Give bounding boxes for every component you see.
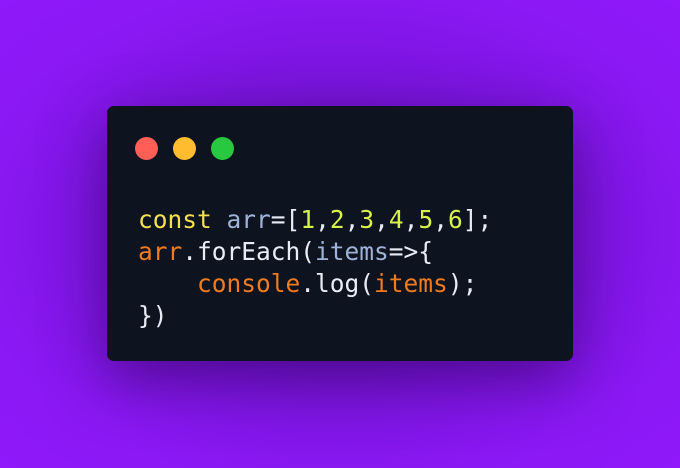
code-token-number: 2 xyxy=(329,205,345,234)
code-token-punctuation: }) xyxy=(138,301,168,330)
code-token-punctuation: , xyxy=(344,205,360,234)
code-token-punctuation xyxy=(212,205,227,234)
code-token-punctuation: , xyxy=(433,205,448,234)
code-token-identifier: arr xyxy=(138,237,183,266)
code-token-number: 5 xyxy=(418,205,434,234)
code-token-punctuation: ); xyxy=(447,269,478,298)
code-token-punctuation: , xyxy=(403,205,419,234)
code-token-number: 3 xyxy=(359,205,375,234)
code-token-variable: items xyxy=(315,237,389,266)
code-token-punctuation: .log( xyxy=(300,269,375,298)
code-token-number: 1 xyxy=(300,205,316,234)
code-token-punctuation: =>{ xyxy=(388,237,434,266)
code-token-punctuation: , xyxy=(315,205,330,234)
code-block: const arr=[1,2,3,4,5,6]; arr.forEach(item… xyxy=(138,204,492,332)
code-token-variable: arr xyxy=(226,205,271,234)
code-window: const arr=[1,2,3,4,5,6]; arr.forEach(item… xyxy=(107,106,573,361)
code-token-identifier: console xyxy=(197,269,301,298)
code-token-number: 4 xyxy=(388,205,404,234)
code-token-punctuation xyxy=(138,269,197,298)
code-line: const arr=[1,2,3,4,5,6]; xyxy=(138,204,492,236)
code-token-punctuation: ]; xyxy=(462,205,493,234)
code-line: }) xyxy=(138,300,492,332)
code-line: arr.forEach(items=>{ xyxy=(138,236,492,268)
code-token-punctuation: , xyxy=(374,205,389,234)
close-dot-icon[interactable] xyxy=(135,137,158,160)
window-controls xyxy=(135,137,234,160)
code-token-identifier: items xyxy=(374,269,448,298)
maximize-dot-icon[interactable] xyxy=(211,137,234,160)
code-token-keyword: const xyxy=(138,205,212,234)
code-token-punctuation: .forEach( xyxy=(182,237,316,266)
code-token-number: 6 xyxy=(447,205,463,234)
minimize-dot-icon[interactable] xyxy=(173,137,196,160)
code-token-punctuation: =[ xyxy=(270,205,301,234)
code-line: console.log(items); xyxy=(138,268,492,300)
